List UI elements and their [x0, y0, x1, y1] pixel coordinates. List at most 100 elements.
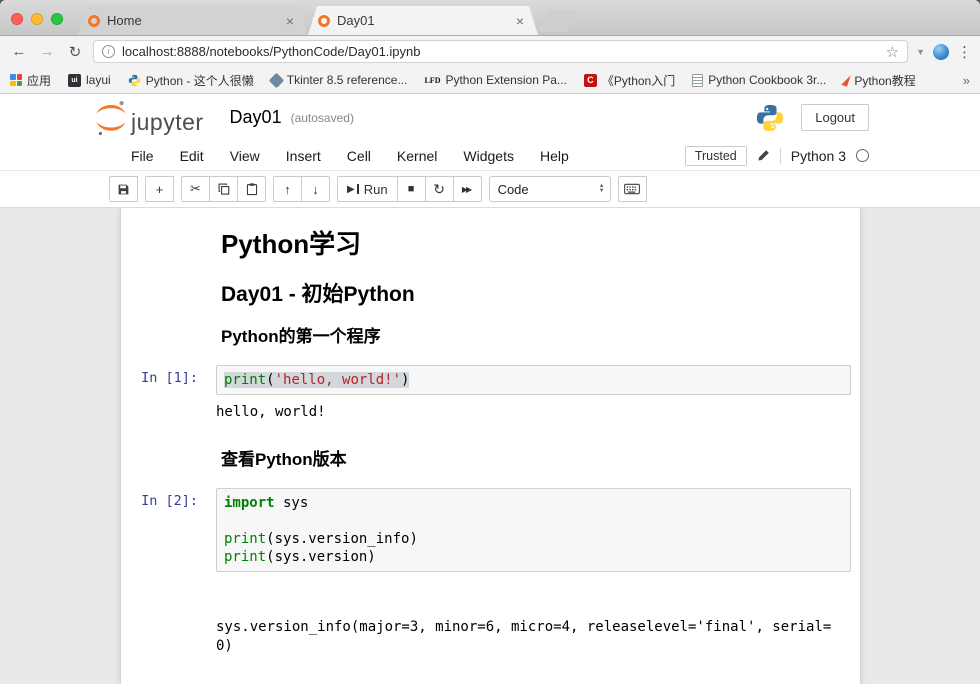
code-input-area[interactable]: print('hello, world!') — [216, 365, 851, 395]
menu-file[interactable]: File — [118, 144, 167, 168]
notebook-container: Python学习 Day01 - 初始Python Python的第一个程序 I… — [120, 208, 861, 684]
python-logo-icon — [755, 103, 785, 133]
heading-3: 查看Python版本 — [221, 449, 850, 471]
bookmark-star-icon[interactable]: ☆ — [886, 43, 899, 61]
book-icon — [692, 74, 703, 87]
downloads-dropdown-icon[interactable]: ▼ — [916, 47, 925, 57]
titlebar: Home × Day01 × — [0, 0, 980, 36]
feather-icon — [842, 73, 851, 86]
jupyter-logo[interactable]: jupyter — [95, 100, 204, 136]
trusted-button[interactable]: Trusted — [685, 146, 747, 166]
bookmark-tkinter[interactable]: Tkinter 8.5 reference... — [271, 73, 408, 87]
bookmark-layui[interactable]: ui layui — [68, 73, 111, 87]
close-tab-icon[interactable]: × — [282, 13, 298, 29]
jupyter-favicon-icon — [88, 15, 100, 27]
reload-icon[interactable]: ↻ — [65, 43, 85, 61]
back-icon[interactable]: ← — [9, 43, 29, 60]
extension-globe-icon[interactable] — [933, 44, 949, 60]
save-button[interactable] — [109, 176, 138, 202]
menu-view[interactable]: View — [217, 144, 273, 168]
edit-mode-pencil-icon — [757, 149, 770, 162]
bookmark-label: 应用 — [27, 72, 51, 89]
run-icon-bar — [357, 184, 359, 194]
cut-cell-button[interactable]: ✂ — [181, 176, 210, 202]
paste-icon — [245, 182, 259, 196]
c-site-icon: C — [584, 74, 597, 87]
minimize-window-button[interactable] — [31, 13, 43, 25]
output-prompt-spacer — [121, 401, 216, 426]
tab-home[interactable]: Home × — [78, 6, 308, 35]
url-input[interactable]: i localhost:8888/notebooks/PythonCode/Da… — [93, 40, 908, 63]
layui-icon: ui — [68, 74, 81, 87]
command-palette-button[interactable] — [618, 176, 647, 202]
bookmark-apps[interactable]: 应用 — [10, 72, 51, 89]
jupyter-planet-icon — [95, 100, 127, 136]
markdown-cell: Python学习 Day01 - 初始Python Python的第一个程序 — [121, 228, 860, 348]
zoom-window-button[interactable] — [51, 13, 63, 25]
menu-help[interactable]: Help — [527, 144, 582, 168]
bookmark-python-rumen[interactable]: C 《Python入门 — [584, 72, 675, 89]
run-button[interactable]: ▶ Run — [337, 176, 398, 202]
tab-strip: Home × Day01 × — [78, 6, 572, 35]
tab-day01[interactable]: Day01 × — [308, 6, 538, 35]
add-cell-button[interactable]: + — [145, 176, 174, 202]
jupyter-favicon-icon — [318, 15, 330, 27]
copy-cell-button[interactable] — [209, 176, 238, 202]
move-cell-down-button[interactable]: ↓ — [301, 176, 330, 202]
url-text[interactable]: localhost:8888/notebooks/PythonCode/Day0… — [122, 44, 879, 59]
code-cell-1: In [1]: print('hello, world!') hello, wo… — [121, 360, 860, 431]
new-tab-button[interactable] — [537, 10, 577, 32]
close-window-button[interactable] — [11, 13, 23, 25]
address-bar: ← → ↻ i localhost:8888/notebooks/PythonC… — [0, 36, 980, 67]
forward-icon[interactable]: → — [37, 43, 57, 60]
run-label: Run — [364, 182, 388, 197]
floppy-icon — [117, 183, 130, 196]
menu-cell[interactable]: Cell — [334, 144, 384, 168]
notebook-menubar: File Edit View Insert Cell Kernel Widget… — [0, 141, 980, 171]
cell-type-select[interactable]: Code ▲ ▼ — [489, 176, 611, 202]
bookmark-label: Python - 这个人很懒 — [146, 72, 254, 89]
interrupt-kernel-button[interactable]: ■ — [397, 176, 426, 202]
bookmark-lfd[interactable]: LFD Python Extension Pa... — [424, 73, 566, 87]
divider — [780, 148, 781, 164]
bookmark-cookbook[interactable]: Python Cookbook 3r... — [692, 73, 826, 87]
tab-label: Day01 — [337, 13, 505, 28]
cell-output: sys.version_info(major=3, minor=6, micro… — [216, 578, 832, 684]
lfd-icon: LFD — [424, 76, 440, 85]
page-info-icon[interactable]: i — [102, 45, 115, 58]
close-tab-icon[interactable]: × — [512, 13, 528, 29]
bookmark-python-tutorial[interactable]: Python教程 — [843, 72, 915, 89]
bookmark-python-blog[interactable]: Python - 这个人很懒 — [128, 72, 254, 89]
notebook-title[interactable]: Day01 — [230, 107, 282, 128]
code-input-area[interactable]: import sys print(sys.version_info) print… — [216, 488, 851, 572]
notebook-scroll-area[interactable]: Python学习 Day01 - 初始Python Python的第一个程序 I… — [0, 208, 980, 684]
bookmark-label: Tkinter 8.5 reference... — [287, 73, 408, 87]
kernel-idle-icon — [856, 149, 869, 162]
menu-kernel[interactable]: Kernel — [384, 144, 450, 168]
bookmark-label: layui — [86, 73, 111, 87]
menu-insert[interactable]: Insert — [273, 144, 334, 168]
input-prompt: In [2]: — [121, 488, 216, 572]
tab-label: Home — [107, 13, 275, 28]
notebook-toolbar: + ✂ ↑ ↓ ▶ Run ■ ↻ ▶▶ Code — [0, 171, 980, 208]
tkinter-icon — [268, 72, 284, 88]
menu-widgets[interactable]: Widgets — [450, 144, 527, 168]
kernel-name: Python 3 — [791, 148, 846, 164]
heading-1: Python学习 — [221, 228, 850, 261]
logout-button[interactable]: Logout — [801, 104, 869, 131]
restart-run-all-button[interactable]: ▶▶ — [453, 176, 482, 202]
traffic-lights — [11, 13, 63, 25]
restart-kernel-button[interactable]: ↻ — [425, 176, 454, 202]
menu-edit[interactable]: Edit — [167, 144, 217, 168]
jupyter-header: jupyter Day01 (autosaved) Logout — [0, 94, 980, 141]
keyboard-icon — [624, 183, 640, 195]
bookmark-label: Python教程 — [854, 72, 915, 89]
move-cell-up-button[interactable]: ↑ — [273, 176, 302, 202]
bookmarks-overflow-icon[interactable]: » — [963, 73, 970, 88]
paste-cell-button[interactable] — [237, 176, 266, 202]
input-prompt: In [1]: — [121, 365, 216, 395]
jupyter-brand-text: jupyter — [131, 109, 204, 136]
markdown-cell: 查看Python版本 — [121, 449, 860, 471]
bookmark-label: Python Extension Pa... — [445, 73, 566, 87]
browser-menu-icon[interactable]: ⋮ — [957, 43, 971, 61]
